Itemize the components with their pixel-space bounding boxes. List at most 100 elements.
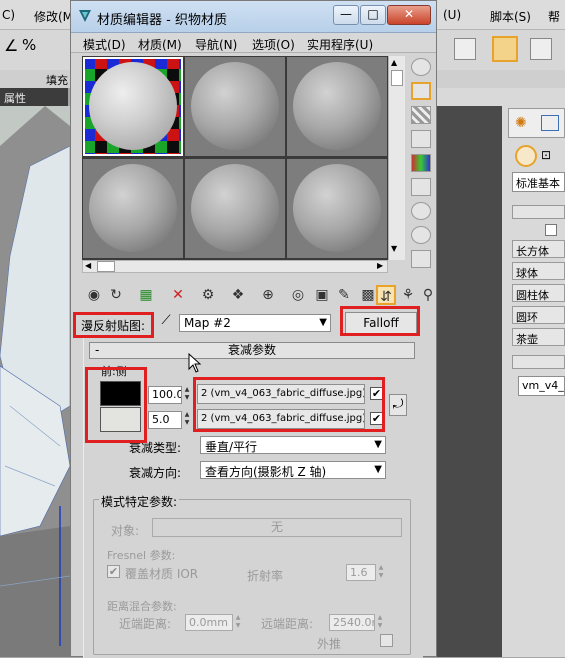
pick-material-icon[interactable]: ⚲ — [418, 285, 438, 305]
ribbon-fill-label[interactable]: 填充 — [46, 72, 68, 88]
render-setup-icon[interactable] — [454, 38, 476, 60]
material-id-icon[interactable]: ◎ — [288, 285, 308, 305]
teapot-button[interactable]: 茶壶 — [512, 328, 565, 346]
app-menu-modify[interactable]: 修改(M — [34, 8, 73, 25]
sample-slot-3[interactable] — [287, 57, 387, 156]
menu-utilities[interactable]: 实用程序(U) — [307, 36, 373, 53]
minimize-button[interactable]: — — [333, 5, 359, 25]
sample-slot-6[interactable] — [287, 159, 387, 258]
object-type-rollout[interactable] — [512, 205, 565, 219]
rollout-toggle[interactable]: - — [95, 343, 99, 358]
sphere-button[interactable]: 球体 — [512, 262, 565, 280]
menu-options[interactable]: 选项(O) — [252, 36, 295, 53]
sample-slot-5[interactable] — [185, 159, 285, 258]
go-forward-to-sibling-icon[interactable]: ⇵ — [376, 285, 396, 305]
object-pick-button[interactable]: 无 — [152, 518, 402, 537]
video-color-check-icon[interactable] — [411, 154, 431, 172]
slots-horizontal-scrollbar[interactable]: ◀ ▶ — [82, 260, 388, 273]
front-amount-field[interactable]: 100.0 — [148, 386, 182, 404]
far-distance-spinner[interactable]: ▲ ▼ — [376, 614, 384, 632]
scroll-up-icon[interactable]: ▲ — [391, 58, 397, 67]
title-bar[interactable]: 材质编辑器 - 织物材质 — □ ✕ — [71, 1, 436, 33]
eyedropper-icon[interactable]: ⟋ — [157, 313, 175, 331]
rollout-title: 衰减参数 — [227, 343, 276, 357]
slots-vertical-scrollbar[interactable]: ▲ ▼ — [388, 56, 405, 260]
maximize-button[interactable]: □ — [360, 5, 386, 25]
extrapolate-checkbox[interactable] — [380, 634, 393, 647]
annotation-box-colors — [85, 367, 147, 443]
cylinder-button[interactable]: 圆柱体 — [512, 284, 565, 302]
swap-colors-icon[interactable]: ⤾ — [389, 394, 407, 416]
side-amount-spinner[interactable]: ▲ ▼ — [183, 411, 191, 429]
falloff-type-value: 垂直/平行 — [205, 440, 258, 454]
autogrid-checkbox[interactable] — [545, 224, 557, 236]
app-menu-item[interactable]: C) — [2, 8, 15, 22]
falloff-direction-value: 查看方向(摄影机 Z 轴) — [205, 465, 327, 479]
menu-material[interactable]: 材质(M) — [138, 36, 182, 53]
sample-type-icon[interactable] — [411, 58, 431, 76]
menu-mode[interactable]: 模式(D) — [83, 36, 126, 53]
ior-field[interactable]: 1.6 — [346, 564, 376, 581]
get-material-icon[interactable]: ◉ — [84, 285, 104, 305]
copy-material-icon[interactable]: ⚙ — [198, 285, 218, 305]
show-map-in-viewport-icon[interactable]: ▣ — [312, 285, 332, 305]
viewport[interactable] — [0, 106, 70, 657]
scroll-down-icon[interactable]: ▼ — [391, 244, 397, 253]
torus-button[interactable]: 圆环 — [512, 306, 565, 324]
geometry-icon[interactable] — [515, 145, 537, 167]
render-icon[interactable] — [530, 38, 552, 60]
object-name-field[interactable]: vm_v4_0 — [518, 376, 565, 396]
far-distance-field[interactable]: 2540.0m — [329, 614, 375, 631]
hscroll-thumb[interactable] — [97, 261, 115, 272]
falloff-direction-dropdown[interactable]: 查看方向(摄影机 Z 轴) ▼ — [200, 461, 386, 479]
primitive-type-dropdown[interactable]: 标准基本 — [512, 172, 565, 192]
go-to-parent-icon[interactable]: ▩ — [358, 285, 378, 305]
background-checker-icon[interactable] — [411, 106, 431, 124]
make-preview-icon[interactable] — [411, 178, 431, 196]
properties-tab-label: 属性 — [4, 92, 26, 105]
uv-tiling-icon[interactable] — [411, 130, 431, 148]
modify-icon[interactable] — [541, 115, 559, 131]
app-menu-help[interactable]: 帮 — [548, 8, 560, 25]
percent-snap-icon[interactable]: % — [22, 36, 36, 54]
sample-sphere — [191, 62, 279, 150]
backlight-icon[interactable] — [411, 82, 431, 100]
put-to-library-icon[interactable]: ⊕ — [258, 285, 278, 305]
near-distance-field[interactable]: 0.0mm — [185, 614, 233, 631]
properties-tab[interactable]: 属性 — [0, 88, 68, 106]
scroll-right-icon[interactable]: ▶ — [377, 261, 383, 270]
name-color-rollout[interactable] — [512, 355, 565, 369]
options-icon[interactable] — [411, 202, 431, 220]
close-button[interactable]: ✕ — [387, 5, 431, 25]
menu-navigation[interactable]: 导航(N) — [195, 36, 237, 53]
put-to-scene-icon[interactable]: ↻ — [106, 285, 126, 305]
snap-icon[interactable]: ∠ — [4, 36, 18, 55]
side-amount-field[interactable]: 5.0 — [148, 411, 182, 429]
falloff-rollout-header[interactable]: - 衰减参数 — [89, 342, 415, 359]
override-ior-checkbox[interactable]: ✔ — [107, 565, 120, 578]
material-editor-icon[interactable] — [492, 36, 518, 62]
material-map-navigator-icon[interactable] — [411, 250, 431, 268]
sibling-icon[interactable]: ⚘ — [398, 285, 418, 305]
shapes-icon[interactable]: ⊡ — [541, 148, 551, 162]
show-end-result-icon[interactable]: ✎ — [334, 285, 354, 305]
scroll-left-icon[interactable]: ◀ — [85, 261, 91, 270]
app-menu-script[interactable]: 脚本(S) — [490, 8, 531, 25]
box-button[interactable]: 长方体 — [512, 240, 565, 258]
sample-slot-4[interactable] — [83, 159, 183, 258]
select-by-material-icon[interactable] — [411, 226, 431, 244]
assign-material-icon[interactable]: ▦ — [136, 285, 156, 305]
falloff-type-dropdown[interactable]: 垂直/平行 ▼ — [200, 436, 386, 454]
sample-slot-2[interactable] — [185, 57, 285, 156]
make-unique-icon[interactable]: ❖ — [228, 285, 248, 305]
ior-spinner[interactable]: ▲ ▼ — [377, 564, 385, 582]
near-distance-spinner[interactable]: ▲ ▼ — [234, 614, 242, 632]
sample-slot-1[interactable] — [83, 57, 183, 156]
scroll-thumb[interactable] — [391, 70, 403, 86]
create-tab[interactable]: ✺ — [508, 108, 565, 138]
reset-map-icon[interactable]: ✕ — [168, 285, 188, 305]
object-label: 对象: — [111, 524, 140, 538]
front-amount-spinner[interactable]: ▲ ▼ — [183, 386, 191, 404]
app-menu-u[interactable]: (U) — [443, 8, 461, 22]
map-name-dropdown[interactable]: Map #2 ▼ — [179, 314, 331, 332]
